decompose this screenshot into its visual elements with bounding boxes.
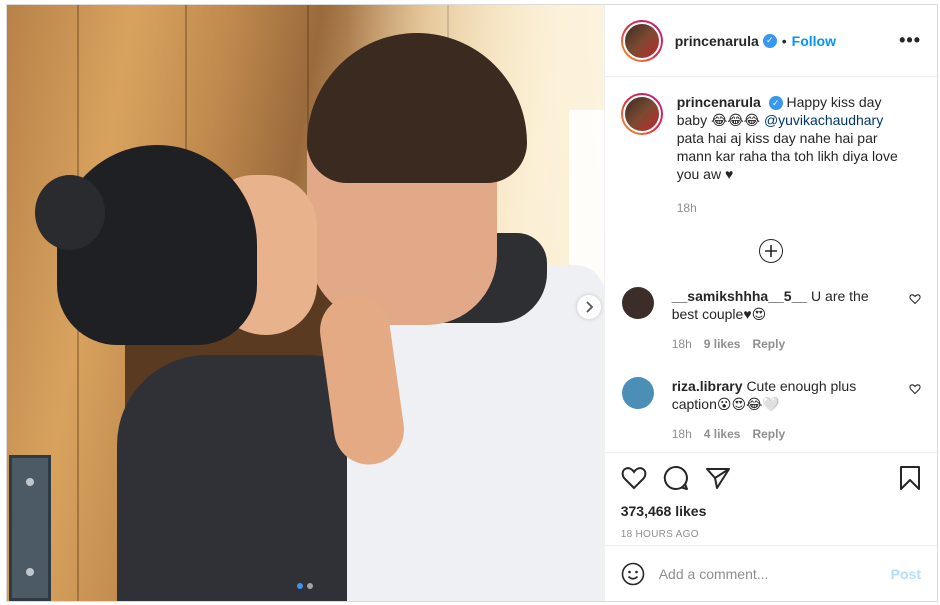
- likes-count[interactable]: 373,468 likes: [621, 503, 921, 519]
- heart-icon[interactable]: [909, 383, 921, 395]
- share-direct-icon[interactable]: [705, 466, 731, 490]
- post-header: princenarula ✓ • Follow •••: [604, 5, 937, 77]
- comment-likes-count[interactable]: 4 likes: [704, 425, 741, 443]
- post-timestamp[interactable]: 18 HOURS AGO: [621, 529, 921, 540]
- author-username[interactable]: princenarula: [675, 33, 759, 49]
- commenter-username[interactable]: __samikshhha__5__: [672, 288, 807, 304]
- carousel-dot: [307, 583, 313, 589]
- save-bookmark-icon[interactable]: [899, 465, 921, 491]
- verified-badge-icon: ✓: [762, 33, 777, 48]
- heart-icon[interactable]: [909, 293, 921, 305]
- comment-reply-button[interactable]: Reply: [752, 425, 785, 443]
- like-heart-icon[interactable]: [621, 466, 647, 490]
- plus-circle-icon[interactable]: [758, 239, 783, 263]
- comment-meta: 18h 4 likes Reply: [672, 425, 892, 443]
- post-side-panel: princenarula ✓ • Follow ••• princenarula…: [603, 5, 937, 601]
- add-comment-bar: Post: [604, 545, 937, 601]
- separator-dot: •: [781, 32, 787, 49]
- caption-mention-link[interactable]: @yuvikachaudhary: [764, 112, 883, 128]
- post-caption: princenarula ✓ Happy kiss day baby 😂😂😂 @…: [620, 93, 921, 217]
- post-comment-button[interactable]: Post: [891, 566, 921, 582]
- commenter-username[interactable]: riza.library: [672, 378, 743, 394]
- comment-item: __samikshhha__5__ U are the best couple♥…: [621, 287, 921, 353]
- verified-badge-icon: ✓: [768, 96, 783, 111]
- caption-age: 18h: [676, 201, 697, 215]
- carousel-next-button[interactable]: [577, 295, 601, 319]
- carousel-indicator: [297, 583, 313, 589]
- commenter-avatar[interactable]: [621, 377, 654, 409]
- comment-item: riza.library Cute enough plus caption😮😍😂…: [621, 377, 921, 443]
- comment-body: riza.library Cute enough plus caption😮😍😂…: [672, 377, 892, 443]
- comment-age: 18h: [671, 337, 692, 351]
- comment-input[interactable]: [658, 565, 891, 582]
- comment-icon[interactable]: [663, 465, 689, 491]
- action-icons: [621, 463, 921, 493]
- commenter-avatar[interactable]: [621, 287, 654, 319]
- comments-section: princenarula ✓ Happy kiss day baby 😂😂😂 @…: [605, 77, 937, 447]
- comment-body: __samikshhha__5__ U are the best couple♥…: [672, 287, 892, 353]
- emoji-smiley-icon[interactable]: [621, 562, 645, 586]
- comment-age: 18h: [671, 427, 692, 441]
- author-avatar[interactable]: [620, 19, 663, 62]
- comment-meta: 18h 9 likes Reply: [672, 335, 892, 353]
- caption-author-avatar[interactable]: [620, 93, 663, 135]
- carousel-dot-active: [297, 583, 303, 589]
- post-actions: 373,468 likes 18 HOURS AGO: [604, 452, 937, 540]
- door-hinge: [9, 455, 51, 601]
- more-options-icon[interactable]: •••: [899, 30, 921, 51]
- caption-username[interactable]: princenarula: [677, 94, 761, 110]
- chevron-right-icon: [586, 301, 594, 313]
- instagram-post: princenarula ✓ • Follow ••• princenarula…: [6, 4, 938, 602]
- comment-reply-button[interactable]: Reply: [752, 335, 785, 353]
- beanie-pompom: [35, 175, 105, 250]
- caption-text-continued: pata hai aj kiss day nahe hai par mann k…: [676, 130, 898, 182]
- post-photo[interactable]: [7, 5, 604, 601]
- load-more-comments[interactable]: [621, 239, 921, 263]
- follow-button[interactable]: Follow: [792, 33, 836, 49]
- comment-likes-count[interactable]: 9 likes: [704, 335, 741, 353]
- window-light: [569, 110, 604, 290]
- caption-text-block: princenarula ✓ Happy kiss day baby 😂😂😂 @…: [677, 93, 907, 217]
